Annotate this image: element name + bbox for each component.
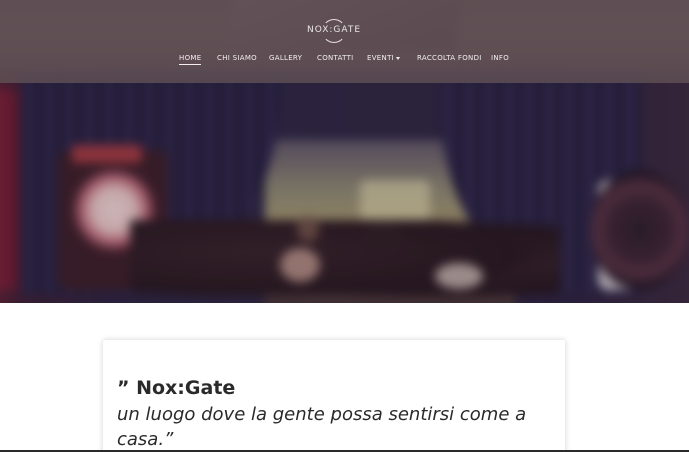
nav-item-eventi-label: EVENTI <box>367 54 395 62</box>
main-nav: HOME CHI SIAMO GALLERY CONTATTI EVENTI R… <box>0 52 689 66</box>
nav-item-gallery[interactable]: GALLERY <box>269 52 302 64</box>
caret-down-icon <box>396 56 401 60</box>
site-logo[interactable]: NOX:GATE <box>304 19 364 45</box>
page: NOX:GATE HOME CHI SIAMO GALLERY CONTATTI… <box>0 0 689 452</box>
quote-title: ” Nox:Gate <box>117 377 236 399</box>
quote-body: un luogo dove la gente possa sentirsi co… <box>117 404 527 450</box>
navbar: NOX:GATE HOME CHI SIAMO GALLERY CONTATTI… <box>0 0 689 83</box>
nav-item-contatti[interactable]: CONTATTI <box>317 52 354 64</box>
nav-item-home[interactable]: HOME <box>179 52 202 65</box>
nav-item-info[interactable]: INFO <box>491 52 509 64</box>
nav-item-raccolta-fondi[interactable]: RACCOLTA FONDI <box>417 52 482 64</box>
nav-item-eventi[interactable]: EVENTI <box>367 52 401 64</box>
nav-item-chi-siamo[interactable]: CHI SIAMO <box>217 52 257 64</box>
content-section: ” Nox:Gate un luogo dove la gente possa … <box>0 303 689 452</box>
logo-text: NOX:GATE <box>306 25 362 35</box>
quote-card: ” Nox:Gate un luogo dove la gente possa … <box>103 340 565 452</box>
